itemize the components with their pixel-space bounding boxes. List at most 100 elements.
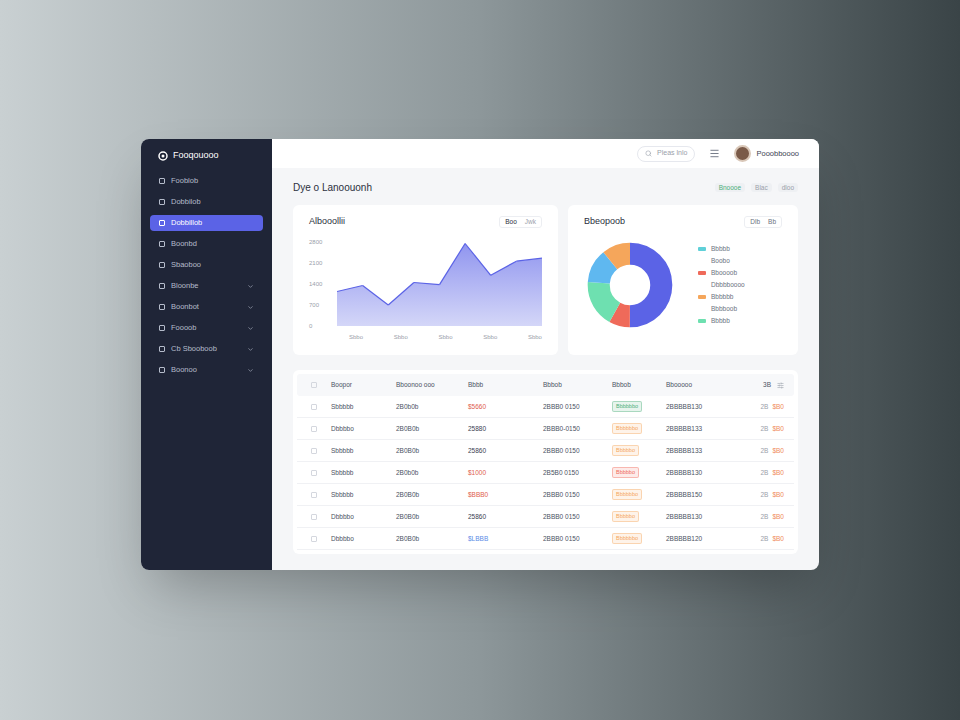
user-name: Pooobboooo	[756, 148, 799, 159]
charts-row: AlbooolliiBooJwk2800210014007000SbboSbbo…	[293, 205, 798, 355]
cell-action[interactable]: 2B$B0	[748, 534, 784, 544]
table-row[interactable]: Sbbbbb2B0b0b$10002B5B0 0150Bbbbbo2BBBBB1…	[297, 462, 794, 484]
column-label: Bbbb	[468, 381, 483, 388]
item-icon	[159, 304, 165, 310]
column-header[interactable]: Bbbb	[468, 380, 543, 390]
chart-header: AlbooolliiBooJwk	[309, 215, 542, 229]
columns-icon[interactable]	[777, 382, 784, 389]
status-badge: Bbbbbbo	[612, 423, 642, 433]
sidebar-item[interactable]: Cb Sbooboob	[150, 341, 263, 357]
column-header[interactable]: Bbooooo	[666, 380, 748, 390]
page-title: Dye o Lanoouonh	[293, 180, 372, 195]
row-checkbox[interactable]	[311, 426, 317, 432]
cell-amount: 25860	[468, 512, 543, 522]
filter-chip[interactable]: Blac	[751, 183, 772, 193]
legend-item: Bbbboob	[698, 304, 745, 313]
table-row[interactable]: Sbbbbb2B0B0b258602BBB0 0150Bbbbbo2BBBBB1…	[297, 440, 794, 462]
chart-button[interactable]: Dlb	[747, 217, 763, 227]
y-tick: 2800	[309, 239, 337, 245]
x-label: Sbbo	[438, 333, 452, 342]
item-icon	[159, 283, 165, 289]
row-checkbox[interactable]	[311, 470, 317, 476]
cell-action[interactable]: 2B$B0	[748, 402, 784, 412]
sidebar-item[interactable]: Sbaoboo	[150, 257, 263, 273]
table-row[interactable]: Dbbbbo2B0B0b$LBBB2BBB0 0150Bbbbbbo2BBBBB…	[297, 528, 794, 550]
chart-area	[337, 243, 542, 326]
column-header[interactable]: 3B	[748, 380, 784, 390]
cell-amount: $5660	[468, 402, 543, 412]
chart-button[interactable]: Bb	[765, 217, 779, 227]
legend-spacer	[698, 307, 706, 311]
menu-icon[interactable]	[709, 148, 720, 159]
chart-title: Bbeopoob	[584, 215, 625, 229]
column-header[interactable]: Bbbob	[612, 380, 666, 390]
x-axis: SbboSbboSbboSbboSbbo	[309, 333, 542, 342]
table-row[interactable]: Dbbbbo2B0B0b258802BBB0-0150Bbbbbbo2BBBBB…	[297, 418, 794, 440]
row-checkbox[interactable]	[311, 514, 317, 520]
filter-chip[interactable]: dloo	[778, 183, 798, 193]
cell-code: 2B0B0b	[396, 446, 468, 456]
avatar	[734, 145, 751, 162]
cell-action[interactable]: 2B$B0	[748, 490, 784, 500]
main: Pleas lnlo Pooobboooo Dye o Lanoouonh Bnooo…	[272, 139, 819, 570]
column-header[interactable]: Boopor	[331, 380, 396, 390]
table-row[interactable]: Sbbbbb2B0B0b$BBB02BBB0 0150Bbbbbbo2BBBBB…	[297, 484, 794, 506]
sidebar-item[interactable]: Fooblob	[150, 173, 263, 189]
cell-date: 2BBB0 0150	[543, 512, 612, 522]
cell-action[interactable]: 2B$B0	[748, 424, 784, 434]
filter-chip[interactable]: Bnoooe	[715, 183, 745, 193]
cell-action[interactable]: 2B$B0	[748, 512, 784, 522]
chart-toggle[interactable]: Boo	[502, 217, 520, 227]
chart-header: Bbeopoob DlbBb	[584, 215, 782, 229]
cell-date: 2B5B0 0150	[543, 468, 612, 478]
item-label: Dobbilob	[171, 196, 254, 207]
sidebar-item[interactable]: Bloonbe	[150, 278, 263, 294]
search-placeholder: Pleas lnlo	[657, 148, 687, 159]
column-label: Bbooooo	[666, 381, 692, 388]
status-badge: Bbbbbo	[612, 511, 639, 521]
cell-action[interactable]: 2B$B0	[748, 468, 784, 478]
chart-toggles: BooJwk	[499, 216, 542, 228]
table-row[interactable]: Sbbbbb2B0b0b$56602BBB0 0150Bbbbbbo2BBBBB…	[297, 396, 794, 418]
item-label: Cb Sbooboob	[171, 343, 241, 354]
item-icon	[159, 220, 165, 226]
table-row[interactable]: Dbbbbo2B0B0b258602BBB0 0150Bbbbbo2BBBBB1…	[297, 506, 794, 528]
legend-swatch	[698, 295, 706, 299]
item-label: Boonoo	[171, 364, 241, 375]
search-field[interactable]: Pleas lnlo	[637, 146, 695, 162]
column-label: Boopor	[331, 381, 352, 388]
column-label: Bboonoo ooo	[396, 381, 435, 388]
logo[interactable]: Fooqouooo	[150, 147, 263, 165]
column-header[interactable]: Bboonoo ooo	[396, 380, 468, 390]
status-badge: Bbbbbbo	[612, 489, 642, 499]
sidebar-item[interactable]: Foooob	[150, 320, 263, 336]
item-icon	[159, 262, 165, 268]
sidebar-item[interactable]: Boonbot	[150, 299, 263, 315]
chevron-icon	[247, 346, 254, 353]
column-header[interactable]: Bbbob	[543, 380, 612, 390]
header-checkbox[interactable]	[311, 382, 317, 388]
cell-name: Dbbbbo	[331, 534, 396, 544]
row-checkbox[interactable]	[311, 448, 317, 454]
row-checkbox[interactable]	[311, 404, 317, 410]
sidebar-item[interactable]: Dobbillob	[150, 215, 263, 231]
item-label: Fooblob	[171, 175, 254, 186]
row-checkbox[interactable]	[311, 536, 317, 542]
cell-action[interactable]: 2B$B0	[748, 446, 784, 456]
row-checkbox[interactable]	[311, 492, 317, 498]
item-icon	[159, 241, 165, 247]
sidebar-list: Fooblob Dobbilob Dobbillob Boonbd Sbaoboo Blo…	[150, 173, 263, 378]
chart-segment	[388, 282, 414, 305]
sidebar-item[interactable]: Boonoo	[150, 362, 263, 378]
donut	[584, 239, 676, 331]
cell-name: Sbbbbb	[331, 402, 396, 412]
cell-id: 2BBBBB130	[666, 512, 748, 522]
line-chart-card: AlbooolliiBooJwk2800210014007000SbboSbbo…	[293, 205, 558, 355]
legend-swatch	[698, 271, 706, 275]
user[interactable]: Pooobboooo	[734, 145, 799, 162]
action-count: 2B	[760, 446, 768, 456]
sidebar-item[interactable]: Boonbd	[150, 236, 263, 252]
sidebar-item[interactable]: Dobbilob	[150, 194, 263, 210]
chart-toggle[interactable]: Jwk	[522, 217, 539, 227]
cell-date: 2BBB0-0150	[543, 424, 612, 434]
